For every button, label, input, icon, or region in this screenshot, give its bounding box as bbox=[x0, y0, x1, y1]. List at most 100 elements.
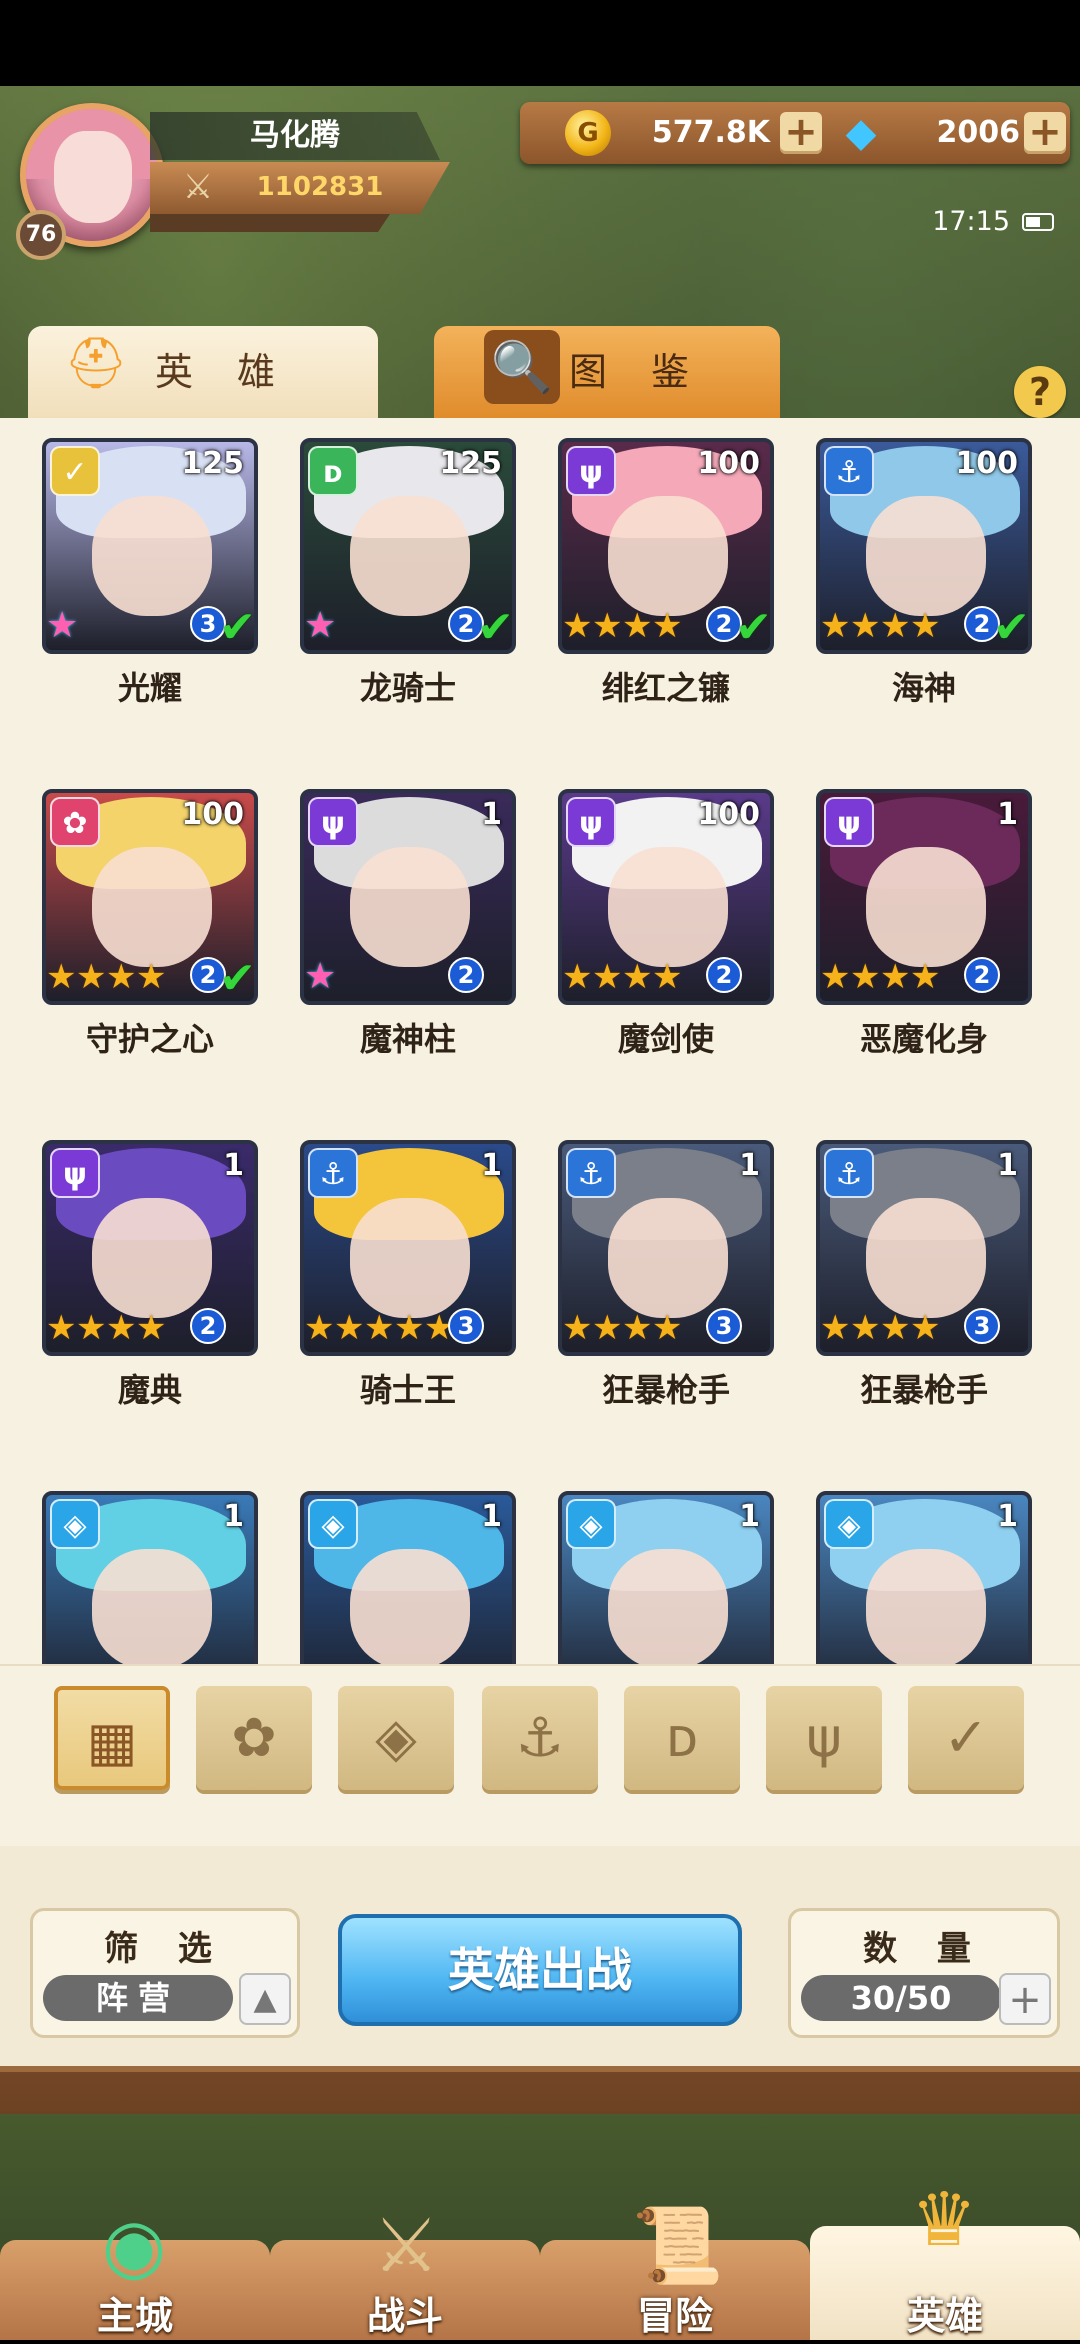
hero-card[interactable]: ψ 1 ★ 2 魔神柱 bbox=[300, 789, 516, 1109]
power-bar bbox=[150, 214, 390, 232]
hero-stars: ★ ★ ★ ★ bbox=[46, 1310, 166, 1346]
hero-name: 狂暴枪手 bbox=[601, 1371, 730, 1409]
hero-level: 125 bbox=[181, 446, 244, 481]
hero-name: 龙骑士 bbox=[359, 669, 456, 707]
hero-name: 恶魔化身 bbox=[859, 1020, 988, 1058]
filter-demon-faction-button[interactable]: ψ bbox=[766, 1686, 882, 1790]
hero-rank-badge: 3 bbox=[706, 1308, 742, 1344]
star-icon: ★ bbox=[850, 1308, 881, 1348]
hero-card[interactable]: ⚓ 1 ★ ★ ★ ★ 3 狂暴枪手 bbox=[558, 1140, 774, 1460]
rainbow-star-icon: ★ bbox=[304, 605, 337, 646]
filter-anchor-faction-button[interactable]: ⚓ bbox=[482, 1686, 598, 1790]
hero-stars: ★ ★ ★ ★ bbox=[562, 608, 682, 644]
star-icon: ★ bbox=[820, 957, 851, 997]
hero-portrait: ψ 1 ★ ★ ★ ★ 2 bbox=[42, 1140, 258, 1356]
filter-dragon-faction-button[interactable]: ᴅ bbox=[624, 1686, 740, 1790]
deployed-check-icon: ✔ bbox=[219, 953, 256, 1004]
hero-level: 1 bbox=[481, 1148, 502, 1183]
light-faction-icon: ✓ bbox=[50, 446, 100, 496]
star-icon: ★ bbox=[910, 606, 941, 646]
hero-face bbox=[608, 847, 728, 967]
hero-card[interactable]: ✿ 100 ★ ★ ★ ★ 2 ✔ 守护之心 bbox=[42, 789, 258, 1109]
gem-value: 2006 bbox=[936, 115, 1021, 150]
hero-card[interactable]: ✓ 125 ★ 3 ✔ 光耀 bbox=[42, 438, 258, 758]
hero-card[interactable]: ψ 100 ★ ★ ★ ★ 2 ✔ 绯红之镰 bbox=[558, 438, 774, 758]
hero-stars: ★ ★ ★ ★ bbox=[562, 1310, 682, 1346]
nature-faction-icon: ✿ bbox=[50, 797, 100, 847]
deploy-heroes-button[interactable]: 英雄出战 bbox=[338, 1914, 742, 2026]
filter-nature-faction-button[interactable]: ✿ bbox=[196, 1686, 312, 1790]
hero-stars: ★ ★ ★ ★ bbox=[820, 959, 940, 995]
ice-faction-icon: ◈ bbox=[50, 1499, 100, 1549]
expand-slots-button[interactable]: + bbox=[999, 1973, 1051, 2025]
hero-name: 骑士王 bbox=[359, 1371, 456, 1409]
hero-portrait: ψ 1 ★ 2 bbox=[300, 789, 516, 1005]
filter-ice-faction-button[interactable]: ◈ bbox=[338, 1686, 454, 1790]
hero-card[interactable]: ⚓ 100 ★ ★ ★ ★ 2 ✔ 海神 bbox=[816, 438, 1032, 758]
hero-card[interactable]: ⚓ 1 ★ ★ ★ ★ 3 狂暴枪手 bbox=[816, 1140, 1032, 1460]
player-name: 马化腾 bbox=[150, 112, 440, 160]
filter-light-faction-button[interactable]: ✓ bbox=[908, 1686, 1024, 1790]
crossed-swords-icon: ⚔ bbox=[182, 167, 214, 207]
hero-stars: ★ bbox=[304, 959, 338, 995]
star-icon: ★ bbox=[910, 1308, 941, 1348]
hero-card[interactable]: ◈ 1 bbox=[558, 1491, 774, 1664]
hero-rank-badge: 2 bbox=[964, 957, 1000, 993]
filter-toggle-button[interactable]: ▲ bbox=[239, 1973, 291, 2025]
hero-card[interactable]: ⚓ 1 ★ ★ ★ ★ ★ 3 骑士王 bbox=[300, 1140, 516, 1460]
hero-stars: ★ ★ ★ ★ ★ bbox=[304, 1310, 454, 1346]
star-icon: ★ bbox=[622, 606, 653, 646]
hero-card[interactable]: ◈ 1 bbox=[42, 1491, 258, 1664]
battery-icon bbox=[1022, 213, 1054, 231]
swords-icon: ⚔ bbox=[372, 2203, 440, 2289]
help-button[interactable]: ? bbox=[1014, 366, 1066, 418]
filter-value[interactable]: 阵营 bbox=[43, 1975, 233, 2021]
hero-card[interactable]: ᴅ 125 ★ 2 ✔ 龙骑士 bbox=[300, 438, 516, 758]
faction-filter-row: ▦ ✿ ◈ ⚓ ᴅ ψ ✓ bbox=[0, 1664, 1080, 1816]
star-icon: ★ bbox=[46, 1308, 77, 1348]
hero-portrait: ⚓ 100 ★ ★ ★ ★ 2 ✔ bbox=[816, 438, 1032, 654]
hero-level: 1 bbox=[997, 797, 1018, 832]
hero-level: 1 bbox=[739, 1148, 760, 1183]
hero-portrait: ᴅ 125 ★ 2 ✔ bbox=[300, 438, 516, 654]
hero-level: 1 bbox=[223, 1499, 244, 1534]
demon-faction-icon: ψ bbox=[806, 1706, 842, 1769]
filter-grid-button[interactable]: ▦ bbox=[54, 1686, 170, 1790]
hero-face bbox=[350, 1549, 470, 1664]
hero-face bbox=[866, 1549, 986, 1664]
hero-card[interactable]: ψ 1 ★ ★ ★ ★ 2 魔典 bbox=[42, 1140, 258, 1460]
hero-card[interactable]: ◈ 1 bbox=[816, 1491, 1032, 1664]
star-icon: ★ bbox=[562, 606, 593, 646]
star-icon: ★ bbox=[592, 957, 623, 997]
demon-faction-icon: ψ bbox=[566, 797, 616, 847]
hero-card[interactable]: ◈ 1 bbox=[300, 1491, 516, 1664]
hero-rank-badge: 2 bbox=[190, 1308, 226, 1344]
dragon-faction-icon: ᴅ bbox=[665, 1706, 699, 1769]
hero-stars: ★ ★ ★ ★ bbox=[820, 1310, 940, 1346]
gem-icon: ◆ bbox=[845, 110, 877, 156]
hero-portrait: ◈ 1 bbox=[816, 1491, 1032, 1664]
hero-card[interactable]: ψ 1 ★ ★ ★ ★ 2 恶魔化身 bbox=[816, 789, 1032, 1109]
sea-faction-icon: ⚓ bbox=[824, 1148, 874, 1198]
hero-portrait: ψ 100 ★ ★ ★ ★ 2 ✔ bbox=[558, 438, 774, 654]
star-icon: ★ bbox=[910, 957, 941, 997]
hero-count-value: 30/50 bbox=[801, 1975, 1001, 2021]
gold-value: 577.8K bbox=[651, 115, 770, 150]
hero-name: 狂暴枪手 bbox=[859, 1371, 988, 1409]
star-icon: ★ bbox=[880, 957, 911, 997]
star-icon: ★ bbox=[562, 957, 593, 997]
star-icon: ★ bbox=[622, 1308, 653, 1348]
status-bar bbox=[0, 0, 1080, 86]
hero-grid[interactable]: ✓ 125 ★ 3 ✔ 光耀 ᴅ 125 ★ 2 ✔ 龙骑士 ψ 100 ★ ★ ★ ★ 2 ✔ 绯红之镰 ⚓ 100 ★ ★ ★… bbox=[0, 418, 1080, 1664]
demon-faction-icon: ψ bbox=[824, 797, 874, 847]
star-icon: ★ bbox=[394, 1308, 425, 1348]
hero-portrait: ψ 100 ★ ★ ★ ★ 2 bbox=[558, 789, 774, 1005]
rainbow-star-icon: ★ bbox=[304, 956, 337, 997]
hero-portrait: ⚓ 1 ★ ★ ★ ★ 3 bbox=[558, 1140, 774, 1356]
add-gems-button[interactable]: + bbox=[1024, 112, 1066, 154]
hero-card[interactable]: ψ 100 ★ ★ ★ ★ 2 魔剑使 bbox=[558, 789, 774, 1109]
star-icon: ★ bbox=[592, 606, 623, 646]
add-gold-button[interactable]: + bbox=[780, 112, 822, 154]
star-icon: ★ bbox=[76, 957, 107, 997]
nav-heroes-label: 英雄 bbox=[906, 2294, 983, 2338]
